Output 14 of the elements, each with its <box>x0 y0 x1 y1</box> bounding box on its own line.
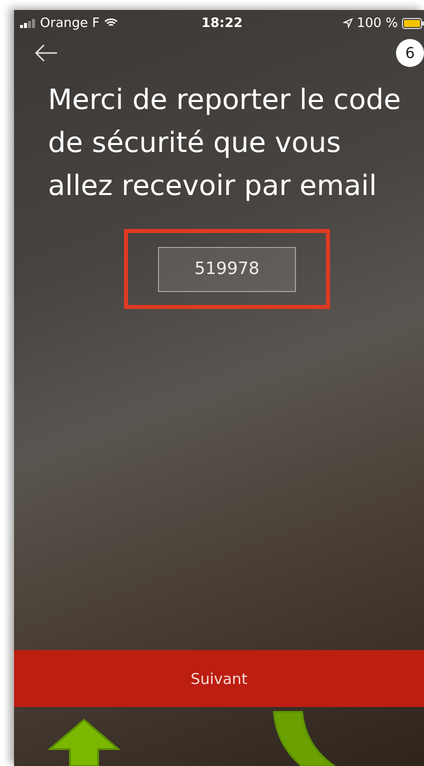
up-arrow-drawing <box>48 719 120 766</box>
step-number-badge: 6 <box>396 39 424 67</box>
wifi-icon <box>104 18 118 28</box>
location-arrow-icon <box>342 18 353 28</box>
status-time: 18:22 <box>201 16 243 30</box>
curved-arrow-drawing <box>272 711 336 766</box>
battery-icon <box>402 18 424 28</box>
instruction-heading: Merci de reporter le code de sécurité que vous allez recevoir par email <box>48 82 402 204</box>
signal-icon <box>20 18 36 28</box>
battery-percent: 100 % <box>356 16 398 30</box>
back-arrow-icon[interactable] <box>34 44 58 62</box>
next-button[interactable]: Suivant <box>14 650 424 707</box>
code-input-field[interactable]: 519978 <box>158 246 296 292</box>
carrier-name: Orange F <box>40 16 100 30</box>
